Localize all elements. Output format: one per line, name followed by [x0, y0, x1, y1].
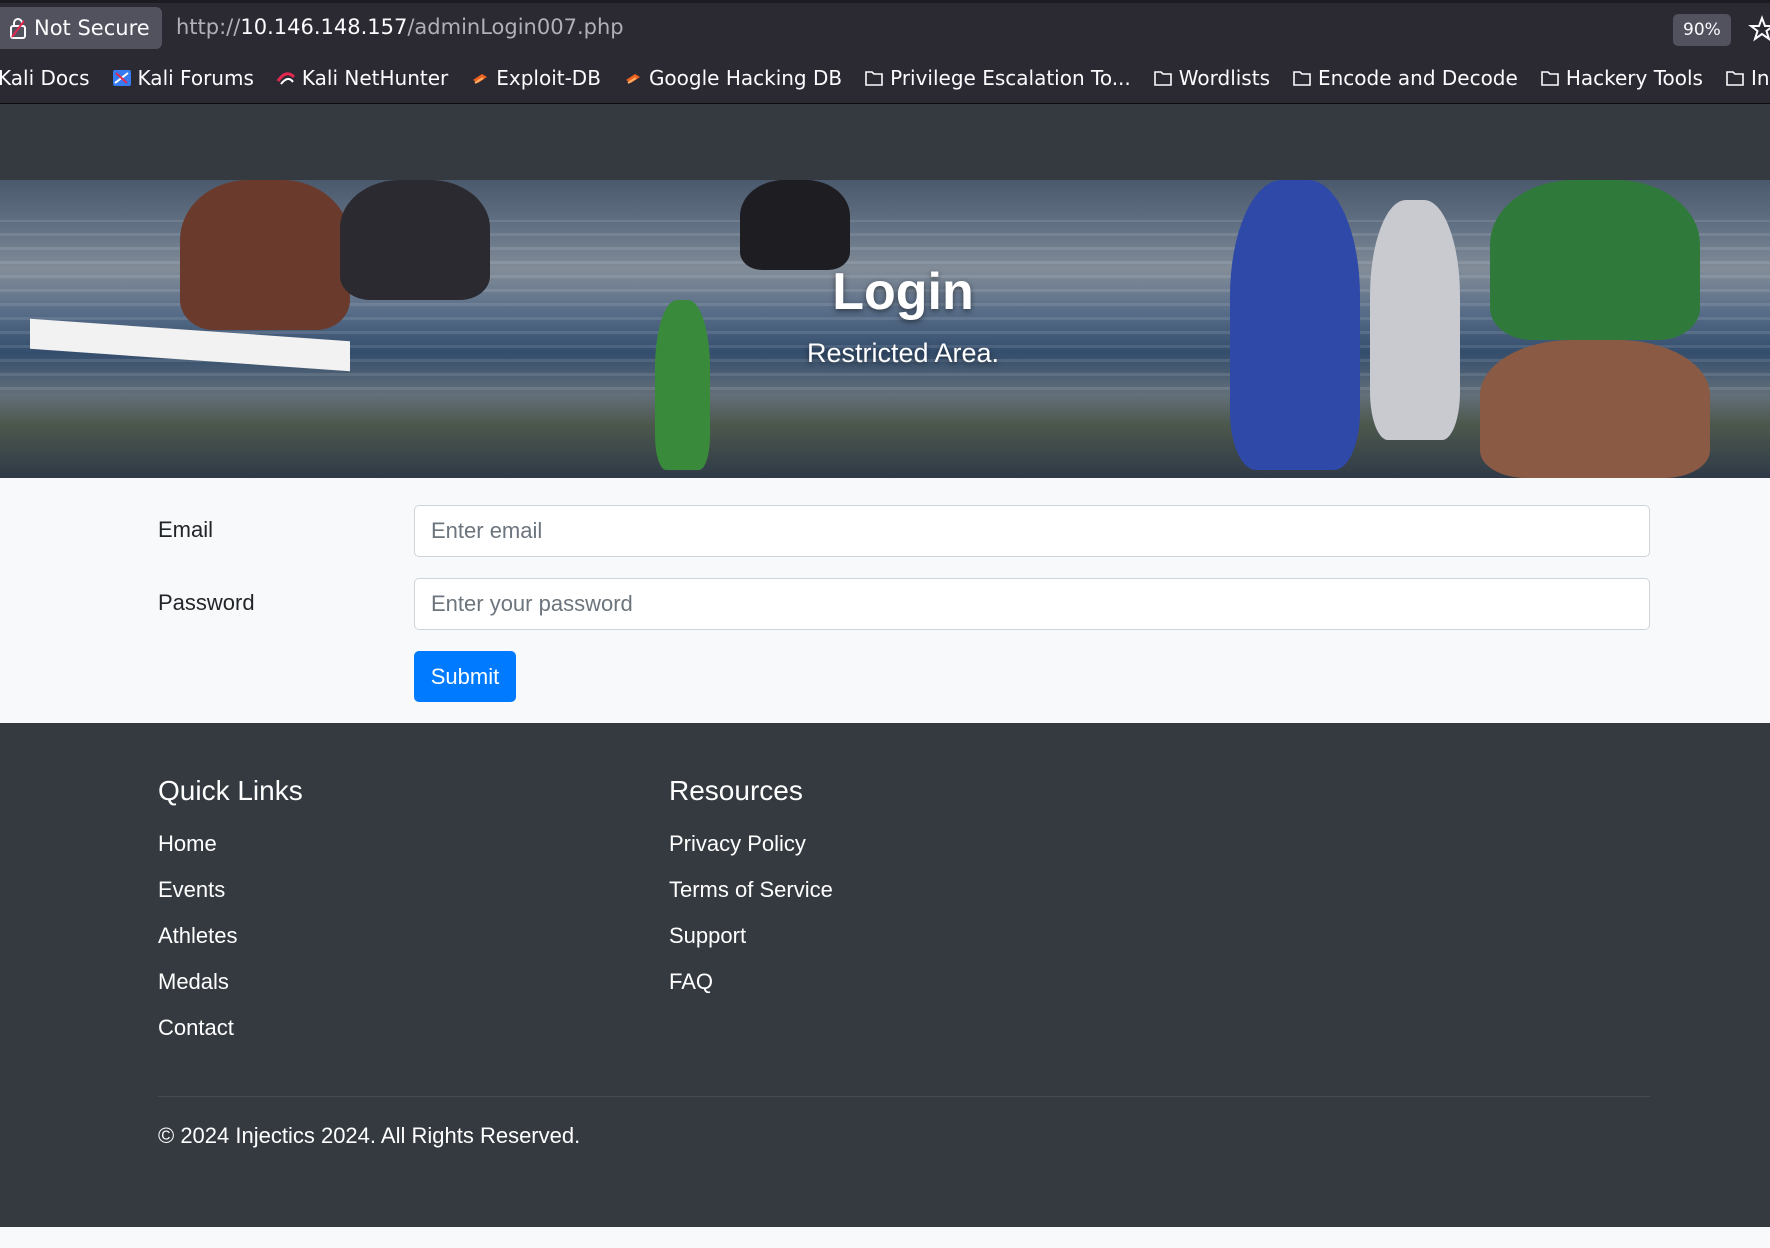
url-scheme: http://	[176, 15, 241, 39]
password-label: Password	[158, 590, 255, 615]
folder-icon	[1153, 69, 1173, 87]
security-label: Not Secure	[34, 16, 150, 40]
password-row: Password	[158, 578, 1650, 630]
footer-link[interactable]: Athletes	[158, 913, 303, 959]
lock-icon	[10, 17, 26, 39]
athlete-image	[740, 180, 850, 270]
url-field[interactable]: http://10.146.148.157/adminLogin007.php	[176, 15, 624, 39]
footer-link[interactable]: Contact	[158, 1005, 303, 1051]
email-field[interactable]	[414, 505, 1650, 557]
site-footer: Quick Links Home Events Athletes Medals Cont…	[0, 723, 1770, 1227]
footer-divider	[158, 1096, 1650, 1097]
footer-link[interactable]: Medals	[158, 959, 303, 1005]
bookmark-item[interactable]: Privilege Escalation To...	[864, 66, 1131, 90]
bookmark-label: Kali Forums	[137, 65, 254, 90]
password-field[interactable]	[414, 578, 1650, 630]
bookmark-item[interactable]: Encode and Decode	[1292, 66, 1518, 90]
copyright-text: © 2024 Injectics 2024. All Rights Reserv…	[158, 1123, 581, 1148]
bookmark-item[interactable]: Hackery Tools	[1540, 66, 1703, 90]
bookmark-label: Encode and Decode	[1317, 65, 1518, 90]
security-indicator[interactable]: Not Secure	[0, 7, 162, 49]
bookmark-label: Exploit-DB	[496, 65, 601, 90]
login-form: Email Password Submit	[0, 478, 1770, 723]
quick-links-heading: Quick Links	[158, 775, 303, 806]
folder-icon	[1725, 69, 1745, 87]
bookmark-label: Hackery Tools	[1565, 65, 1703, 90]
bookmark-label: Google Hacking DB	[648, 65, 843, 90]
submit-button[interactable]: Submit	[414, 651, 516, 702]
bookmark-item[interactable]: Kali Docs	[0, 66, 90, 90]
footer-link[interactable]: Events	[158, 867, 303, 913]
quick-links-column: Quick Links Home Events Athletes Medals Cont…	[158, 775, 303, 1051]
athlete-image	[1230, 180, 1360, 470]
bookmark-item[interactable]: Kali NetHunter	[276, 66, 448, 90]
athlete-image	[655, 300, 710, 470]
bookmark-label: Kali Docs	[0, 65, 90, 90]
url-host: 10.146.148.157	[240, 15, 408, 39]
bookmark-label: Inc	[1750, 65, 1770, 90]
email-label: Email	[158, 517, 214, 542]
footer-link[interactable]: Support	[669, 913, 833, 959]
site-navbar	[0, 104, 1770, 180]
url-path: /adminLogin007.php	[407, 15, 624, 39]
bookmark-item[interactable]: Exploit-DB	[470, 66, 601, 90]
page-subtitle: Restricted Area.	[806, 338, 1000, 368]
footer-link[interactable]: Home	[158, 821, 303, 867]
resources-heading: Resources	[669, 775, 803, 806]
bookmark-item[interactable]: Google Hacking DB	[623, 66, 842, 90]
bookmark-item[interactable]: Inc	[1725, 66, 1770, 90]
footer-link[interactable]: Terms of Service	[669, 867, 833, 913]
exploitdb-icon	[470, 69, 490, 87]
nethunter-icon	[276, 69, 296, 87]
kali-icon	[112, 69, 132, 87]
page-bottom	[0, 1227, 1770, 1248]
resources-column: Resources Privacy Policy Terms of Service…	[669, 775, 833, 1005]
exploitdb-icon	[623, 69, 643, 87]
bookmark-label: Kali NetHunter	[301, 65, 449, 90]
bookmark-item[interactable]: Wordlists	[1153, 66, 1270, 90]
footer-link[interactable]: FAQ	[669, 959, 833, 1005]
hero-banner: Login Restricted Area.	[0, 180, 1770, 478]
zoom-indicator[interactable]: 90%	[1673, 14, 1731, 46]
browser-url-bar: Not Secure http://10.146.148.157/adminLo…	[0, 0, 1770, 52]
footer-link[interactable]: Privacy Policy	[669, 821, 833, 867]
bookmark-label: Privilege Escalation To...	[890, 65, 1131, 90]
bookmark-star-icon[interactable]	[1748, 15, 1770, 43]
page-title: Login	[832, 263, 974, 321]
bookmark-label: Wordlists	[1178, 65, 1270, 90]
folder-icon	[1540, 69, 1560, 87]
bookmark-item[interactable]: Kali Forums	[112, 66, 254, 90]
email-row: Email	[158, 505, 1650, 557]
bookmarks-bar: Kali Docs Kali Forums Kali NetHunter Exploi…	[0, 52, 1770, 104]
folder-icon	[1292, 69, 1312, 87]
folder-icon	[864, 69, 884, 87]
